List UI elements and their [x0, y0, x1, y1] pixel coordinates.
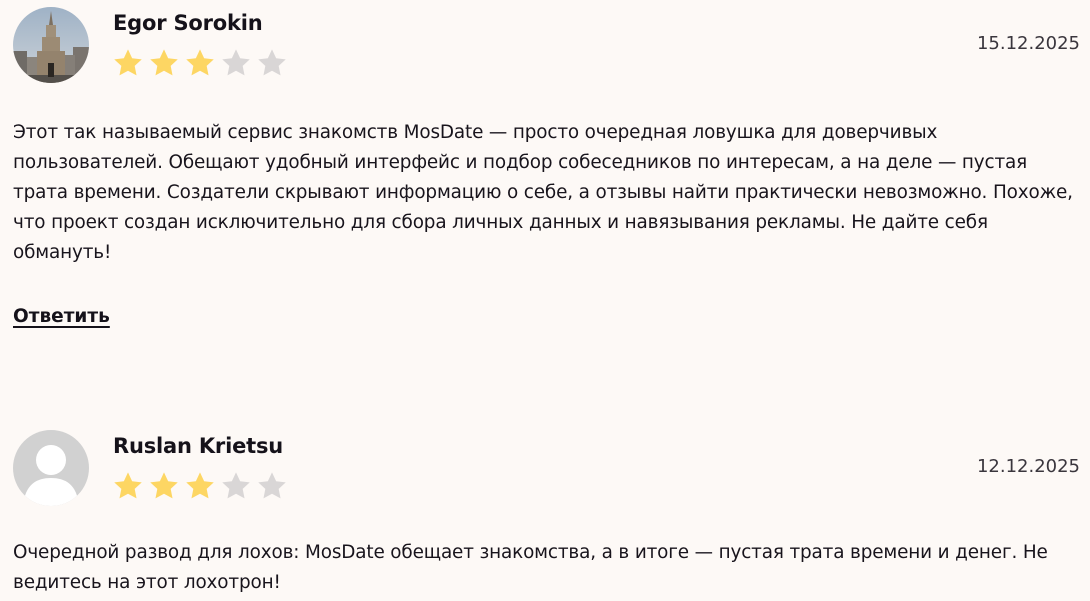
star-icon	[114, 49, 142, 76]
review-date: 15.12.2025	[976, 33, 1080, 54]
star-icon	[258, 472, 286, 499]
avatar	[13, 430, 89, 506]
user-silhouette-icon	[13, 430, 89, 506]
review-text: Этот так называемый сервис знакомств Mos…	[13, 122, 1073, 263]
author-name: Egor Sorokin	[113, 11, 263, 35]
avatar	[13, 7, 89, 83]
star-icon	[150, 472, 178, 499]
reply-link[interactable]: Ответить	[13, 306, 110, 327]
author-name: Ruslan Krietsu	[113, 434, 284, 458]
star-icon	[222, 49, 250, 76]
review-text: Очередной развод для лохов: MosDate обещ…	[13, 542, 1048, 593]
star-icon	[114, 472, 142, 499]
star-icon	[186, 49, 214, 76]
star-icon	[258, 49, 286, 76]
star-icon	[150, 49, 178, 76]
rating-stars	[111, 47, 289, 79]
avatar-photo-icon	[13, 7, 89, 83]
star-icon	[186, 472, 214, 499]
star-icon	[222, 472, 250, 499]
rating-stars	[111, 470, 289, 502]
review-date: 12.12.2025	[976, 456, 1080, 477]
